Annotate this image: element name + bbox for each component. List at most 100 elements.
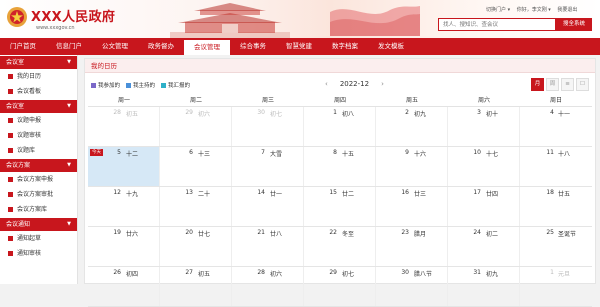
top-links: 切换门户 ▾ 你好，李文刚 ▾ 我要退出 bbox=[486, 6, 582, 13]
calendar-day-cell[interactable]: 14 廿一 bbox=[232, 187, 304, 226]
calendar-day-cell[interactable]: 28 初五 bbox=[88, 107, 160, 146]
calendar-day-cell[interactable]: 27 初五 bbox=[160, 267, 232, 306]
calendar-day-cell[interactable]: 17 廿四 bbox=[448, 187, 520, 226]
day-number: 5 bbox=[117, 149, 121, 156]
sidebar-item-notice-review[interactable]: 通知审核 bbox=[0, 246, 77, 261]
chevron-left-icon[interactable]: ‹ bbox=[325, 80, 328, 88]
calendar-day-cell[interactable]: 16 廿三 bbox=[376, 187, 448, 226]
view-month-button[interactable]: 月 bbox=[531, 78, 544, 91]
calendar-day-cell[interactable]: 19 廿六 bbox=[88, 227, 160, 266]
calendar-day-cell[interactable]: 30 腊八节 bbox=[376, 267, 448, 306]
sidebar-item-plan-apply[interactable]: 会议方案申报 bbox=[0, 172, 77, 187]
calendar-day-cell[interactable]: 30 初七 bbox=[232, 107, 304, 146]
calendar-day-cell[interactable]: 1 元旦 bbox=[520, 267, 592, 306]
lunar-date: 大雪 bbox=[270, 151, 283, 158]
calendar-day-cell[interactable]: 2 初九 bbox=[376, 107, 448, 146]
calendar-day-cell[interactable]: 31 初九 bbox=[448, 267, 520, 306]
lunar-date: 初九 bbox=[414, 111, 427, 118]
sidebar-group-meeting-notice[interactable]: 会议通知 ▼ bbox=[0, 218, 77, 231]
nav-doc-templates[interactable]: 发文模板 bbox=[368, 38, 414, 55]
calendar-day-cell[interactable]: 3 初十 bbox=[448, 107, 520, 146]
bullet-icon bbox=[8, 192, 13, 197]
bullet-icon bbox=[8, 89, 13, 94]
nav-digital-archive[interactable]: 数字档案 bbox=[322, 38, 368, 55]
sidebar-group-meeting-plan[interactable]: 会议方案 ▼ bbox=[0, 159, 77, 172]
user-greeting-link[interactable]: 你好，李文刚 ▾ bbox=[517, 7, 551, 13]
sidebar-item-topic-review[interactable]: 议题审核 bbox=[0, 128, 77, 143]
calendar-day-cell[interactable]: 29 初六 bbox=[160, 107, 232, 146]
weekday-header: 周五 bbox=[405, 97, 418, 104]
calendar-day-cell[interactable]: 9 十六 bbox=[376, 147, 448, 186]
nav-general-affairs[interactable]: 综合事务 bbox=[230, 38, 276, 55]
day-number: 14 bbox=[257, 189, 265, 196]
calendar-week-row: 26 初四 27 初五 28 初六 29 初七 30 腊八节 31 初九 1 元旦 bbox=[88, 267, 592, 307]
sidebar-item-my-calendar[interactable]: 我的日历 bbox=[0, 69, 77, 84]
chevron-right-icon[interactable]: › bbox=[381, 80, 384, 88]
calendar-day-cell[interactable]: 12 十九 bbox=[88, 187, 160, 226]
calendar-day-cell[interactable]: 15 廿二 bbox=[304, 187, 376, 226]
calendar-day-cell[interactable]: 11 十八 bbox=[520, 147, 592, 186]
sidebar-group-meeting-room-2[interactable]: 会议室 ▼ bbox=[0, 100, 77, 113]
calendar-day-cell[interactable]: 18 廿五 bbox=[520, 187, 592, 226]
lunar-date: 初七 bbox=[270, 111, 283, 118]
nav-home[interactable]: 门户首页 bbox=[0, 38, 46, 55]
search-button[interactable]: 搜全系统 bbox=[556, 18, 592, 31]
current-month: 2022-12 bbox=[339, 80, 370, 88]
legend-swatch bbox=[126, 82, 132, 88]
sidebar-item-meeting-board[interactable]: 会议看板 bbox=[0, 84, 77, 99]
logout-link[interactable]: 我要退出 bbox=[557, 7, 577, 13]
lunar-date: 十一 bbox=[558, 111, 571, 118]
calendar-day-cell[interactable]: 7 大雪 bbox=[232, 147, 304, 186]
view-grid-button[interactable]: ☐ bbox=[576, 78, 589, 91]
nav-documents[interactable]: 公文管理 bbox=[92, 38, 138, 55]
main-nav: 门户首页 信息门户 公文管理 政务督办 会议管理 综合事务 智慧党建 数字档案 … bbox=[0, 38, 600, 55]
calendar-day-cell[interactable]: 29 初七 bbox=[304, 267, 376, 306]
sidebar-item-label: 议题申报 bbox=[17, 117, 42, 124]
sidebar-item-plan-approve[interactable]: 会议方案审批 bbox=[0, 187, 77, 202]
calendar-day-cell[interactable]: 8 十五 bbox=[304, 147, 376, 186]
view-list-button[interactable]: ≡ bbox=[561, 78, 574, 91]
legend-reporting[interactable]: 我汇报的 bbox=[161, 81, 190, 89]
calendar-day-cell[interactable]: 24 初二 bbox=[448, 227, 520, 266]
calendar-day-cell[interactable]: 13 二十 bbox=[160, 187, 232, 226]
legend-attending[interactable]: 我参加的 bbox=[91, 81, 120, 89]
calendar-day-cell[interactable]: 23 腊月 bbox=[376, 227, 448, 266]
lunar-date: 初九 bbox=[486, 271, 499, 278]
calendar-day-cell[interactable]: 22 冬至 bbox=[304, 227, 376, 266]
portal-switch-link[interactable]: 切换门户 ▾ bbox=[486, 7, 510, 13]
nav-supervision[interactable]: 政务督办 bbox=[138, 38, 184, 55]
legend-hosting[interactable]: 我主持的 bbox=[126, 81, 155, 89]
day-number: 29 bbox=[185, 109, 193, 116]
calendar-day-cell[interactable]: 1 初八 bbox=[304, 107, 376, 146]
calendar-legend: 我参加的 我主持的 我汇报的 bbox=[91, 81, 196, 89]
day-number: 31 bbox=[473, 269, 481, 276]
lunar-date: 廿一 bbox=[270, 191, 283, 198]
calendar-day-cell[interactable]: 28 初六 bbox=[232, 267, 304, 306]
sidebar-item-topic-apply[interactable]: 议题申报 bbox=[0, 113, 77, 128]
search-input[interactable] bbox=[438, 18, 556, 31]
calendar-day-cell[interactable]: 21 廿八 bbox=[232, 227, 304, 266]
calendar-day-cell[interactable]: 6 十三 bbox=[160, 147, 232, 186]
nav-info-portal[interactable]: 信息门户 bbox=[46, 38, 92, 55]
gate-building-decoration bbox=[170, 3, 290, 38]
view-week-button[interactable]: 周 bbox=[546, 78, 559, 91]
sidebar-item-plan-library[interactable]: 会议方案库 bbox=[0, 202, 77, 217]
nav-meetings[interactable]: 会议管理 bbox=[184, 38, 230, 55]
bullet-icon bbox=[8, 74, 13, 79]
calendar-day-cell[interactable]: 26 初四 bbox=[88, 267, 160, 306]
calendar-day-today[interactable]: 今天 5 十二 bbox=[88, 147, 160, 186]
site-header: XXX人民政府 www.xxxgov.cn 切换门户 ▾ 你好，李文刚 ▾ 我要… bbox=[0, 0, 600, 38]
calendar-day-cell[interactable]: 20 廿七 bbox=[160, 227, 232, 266]
nav-party-building[interactable]: 智慧党建 bbox=[276, 38, 322, 55]
calendar-day-cell[interactable]: 25 圣诞节 bbox=[520, 227, 592, 266]
lunar-date: 十七 bbox=[486, 151, 499, 158]
lunar-date: 十二 bbox=[126, 151, 139, 158]
legend-swatch bbox=[161, 82, 167, 88]
sidebar-item-notice-draft[interactable]: 通知起草 bbox=[0, 231, 77, 246]
sidebar-group-meeting-room[interactable]: 会议室 ▼ bbox=[0, 56, 77, 69]
lunar-date: 十八 bbox=[558, 151, 571, 158]
calendar-day-cell[interactable]: 10 十七 bbox=[448, 147, 520, 186]
calendar-day-cell[interactable]: 4 十一 bbox=[520, 107, 592, 146]
sidebar-item-topic-library[interactable]: 议题库 bbox=[0, 143, 77, 158]
panel-title: 我的日历 bbox=[85, 59, 595, 73]
